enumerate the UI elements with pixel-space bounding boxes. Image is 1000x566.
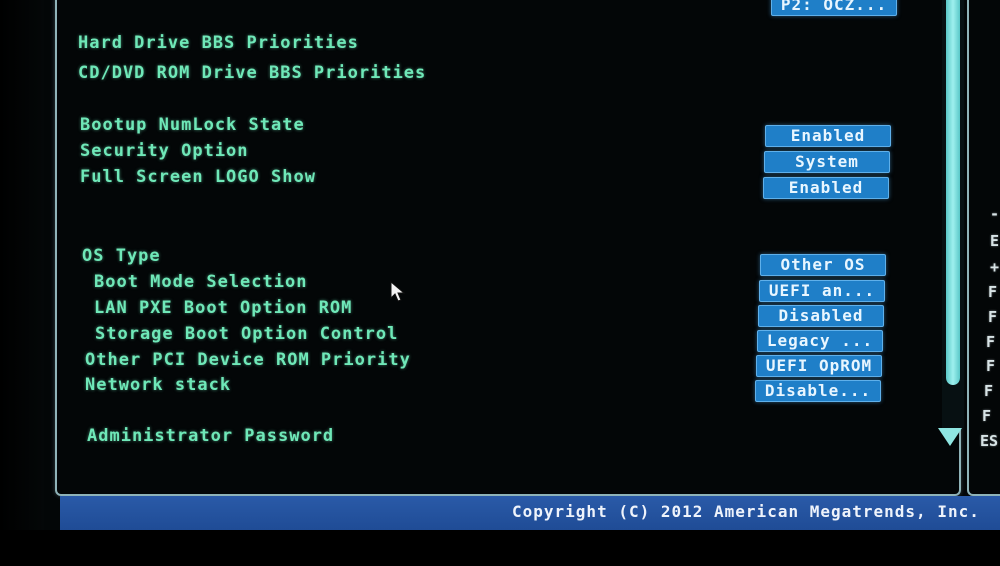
hotkey-6: F	[986, 357, 996, 375]
os-type-value[interactable]: Other OS	[760, 254, 886, 276]
bios-screen: P2: OCZ... Hard Drive BBS Priorities CD/…	[0, 0, 1000, 566]
hotkey-4: F	[988, 308, 998, 326]
security-option-value[interactable]: System	[764, 151, 890, 173]
storage-boot-option-label: Storage Boot Option Control	[95, 324, 399, 344]
cd-dvd-bbs-priorities[interactable]: CD/DVD ROM Drive BBS Priorities	[78, 63, 426, 83]
monitor-bottom-bezel	[0, 530, 1000, 566]
hard-drive-bbs-priorities[interactable]: Hard Drive BBS Priorities	[78, 33, 359, 53]
lan-pxe-boot-value[interactable]: Disabled	[758, 305, 884, 327]
mouse-cursor-icon	[390, 281, 406, 302]
monitor-bezel	[0, 0, 44, 566]
bootup-numlock-label: Bootup NumLock State	[80, 115, 305, 135]
hotkey-3: F	[988, 283, 998, 301]
full-screen-logo-value[interactable]: Enabled	[763, 177, 889, 199]
scroll-down-arrow-icon[interactable]	[938, 428, 962, 446]
hotkey-9: ES	[980, 432, 999, 450]
full-screen-logo-label: Full Screen LOGO Show	[80, 167, 316, 187]
other-pci-rom-value[interactable]: UEFI OpROM	[756, 355, 882, 377]
network-stack-value[interactable]: Disable...	[755, 380, 881, 402]
storage-boot-option-value[interactable]: Legacy ...	[757, 330, 883, 352]
boot-mode-selection-value[interactable]: UEFI an...	[759, 280, 885, 302]
hotkey-0: -	[990, 205, 1000, 223]
security-option-label: Security Option	[80, 141, 249, 161]
hotkey-7: F	[984, 382, 994, 400]
scrollbar-thumb[interactable]	[946, 0, 960, 385]
copyright-text: Copyright (C) 2012 American Megatrends, …	[512, 502, 980, 521]
hotkey-1: E	[990, 232, 1000, 250]
network-stack-label: Network stack	[85, 375, 232, 395]
hotkey-8: F	[982, 407, 992, 425]
lan-pxe-boot-label: LAN PXE Boot Option ROM	[94, 298, 353, 318]
other-pci-rom-label: Other PCI Device ROM Priority	[85, 350, 411, 370]
administrator-password[interactable]: Administrator Password	[87, 426, 334, 446]
boot-mode-selection-label: Boot Mode Selection	[94, 272, 308, 292]
hotkey-5: F	[986, 333, 996, 351]
top-drive-value[interactable]: P2: OCZ...	[771, 0, 897, 16]
hotkey-2: +	[990, 258, 1000, 276]
bootup-numlock-value[interactable]: Enabled	[765, 125, 891, 147]
os-type-label: OS Type	[82, 246, 161, 266]
